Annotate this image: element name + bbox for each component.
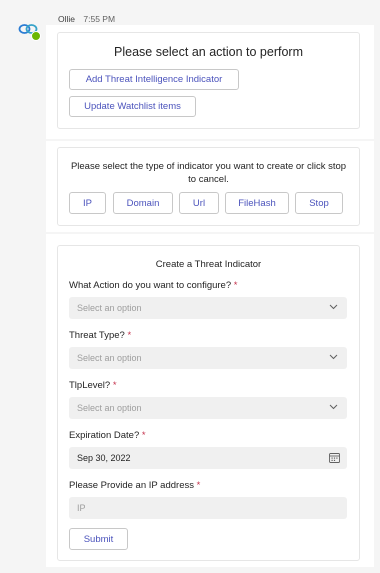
sender-name: Ollie <box>58 14 76 24</box>
required-mark: * <box>141 430 146 441</box>
message-bubble-indicator-type: Please select the type of indicator you … <box>46 141 374 232</box>
url-button[interactable]: Url <box>179 192 219 214</box>
online-status-badge <box>31 31 41 41</box>
required-mark: * <box>112 380 117 391</box>
ip-address-input[interactable]: IP <box>69 497 347 519</box>
required-mark: * <box>196 480 201 491</box>
chevron-down-icon <box>329 404 338 410</box>
action-field-label: What Action do you want to configure? * <box>69 280 238 291</box>
tlp-level-placeholder: Select an option <box>77 403 142 413</box>
ip-address-placeholder: IP <box>77 503 86 513</box>
chevron-down-icon <box>329 304 338 310</box>
ip-address-label: Please Provide an IP address * <box>69 480 201 491</box>
chevron-down-icon <box>329 354 338 360</box>
domain-button[interactable]: Domain <box>113 192 173 214</box>
filehash-button[interactable]: FileHash <box>225 192 289 214</box>
action-select[interactable]: Select an option <box>69 297 347 319</box>
threat-type-select[interactable]: Select an option <box>69 347 347 369</box>
update-watchlist-button[interactable]: Update Watchlist items <box>69 96 196 117</box>
action-select-placeholder: Select an option <box>77 303 142 313</box>
stop-button[interactable]: Stop <box>295 192 343 214</box>
indicator-type-card: Please select the type of indicator you … <box>57 147 360 226</box>
calendar-icon[interactable] <box>329 452 340 463</box>
add-threat-indicator-button[interactable]: Add Threat Intelligence Indicator <box>69 69 239 90</box>
form-title: Create a Threat Indicator <box>155 259 262 270</box>
indicator-type-prompt: Please select the type of indicator you … <box>70 161 347 185</box>
threat-type-placeholder: Select an option <box>77 353 142 363</box>
ip-button[interactable]: IP <box>69 192 106 214</box>
required-mark: * <box>127 330 132 341</box>
expiration-date-label: Expiration Date? * <box>69 430 146 441</box>
required-mark: * <box>233 280 238 291</box>
tlp-level-label: TlpLevel? * <box>69 380 117 391</box>
message-bubble-actions: Please select an action to perform Add T… <box>46 25 374 139</box>
action-card-title: Please select an action to perform <box>114 45 303 59</box>
threat-indicator-form-card: Create a Threat Indicator What Action do… <box>57 245 360 561</box>
expiration-date-input[interactable]: Sep 30, 2022 <box>69 447 347 469</box>
message-time: 7:55 PM <box>83 14 116 24</box>
tlp-level-select[interactable]: Select an option <box>69 397 347 419</box>
action-card: Please select an action to perform Add T… <box>57 32 360 129</box>
message-header: Ollie 7:55 PM <box>58 14 115 24</box>
message-bubble-threat-form: Create a Threat Indicator What Action do… <box>46 234 374 567</box>
expiration-date-value: Sep 30, 2022 <box>77 453 131 463</box>
submit-button[interactable]: Submit <box>69 528 128 550</box>
threat-type-label: Threat Type? * <box>69 330 132 341</box>
